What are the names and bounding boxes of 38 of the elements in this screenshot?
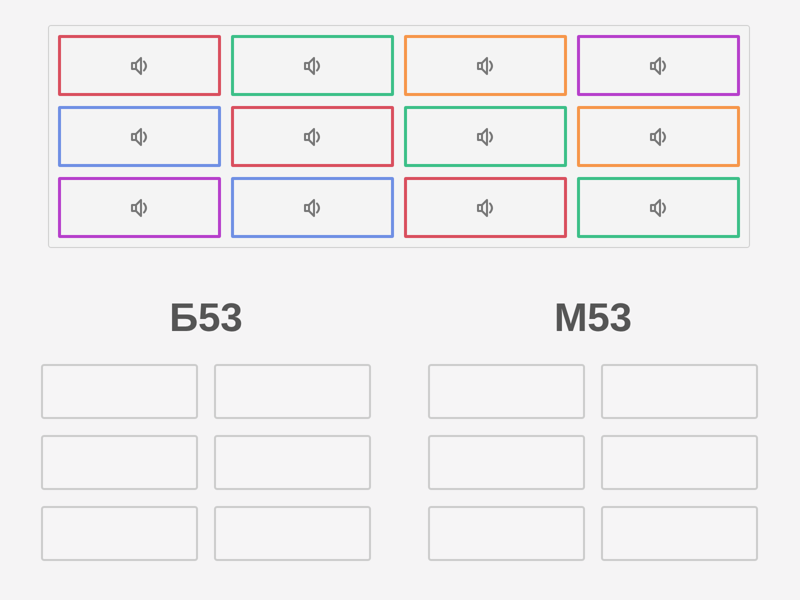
drop-zone[interactable] <box>601 364 758 419</box>
audio-card[interactable] <box>577 177 740 238</box>
audio-card[interactable] <box>577 106 740 167</box>
speaker-icon <box>650 198 667 216</box>
speaker-icon <box>131 198 148 216</box>
group-heading: Б53 <box>169 295 243 341</box>
drop-zone[interactable] <box>41 435 198 490</box>
audio-card[interactable] <box>58 35 221 96</box>
drop-zone[interactable] <box>601 506 758 561</box>
audio-card[interactable] <box>231 106 394 167</box>
audio-card[interactable] <box>231 35 394 96</box>
speaker-icon <box>477 56 494 74</box>
audio-card[interactable] <box>404 177 567 238</box>
drop-zone[interactable] <box>41 364 198 419</box>
drop-zone[interactable] <box>214 506 371 561</box>
speaker-icon <box>304 128 321 146</box>
speaker-icon <box>650 128 667 146</box>
drop-zone[interactable] <box>428 435 585 490</box>
audio-card[interactable] <box>404 35 567 96</box>
drop-zone[interactable] <box>428 364 585 419</box>
speaker-icon <box>650 56 667 74</box>
group-heading: М53 <box>554 295 632 341</box>
speaker-icon <box>304 56 321 74</box>
drop-zone[interactable] <box>41 506 198 561</box>
audio-card[interactable] <box>577 35 740 96</box>
audio-card[interactable] <box>404 106 567 167</box>
speaker-icon <box>477 128 494 146</box>
drop-zone[interactable] <box>214 435 371 490</box>
drop-zone[interactable] <box>601 435 758 490</box>
audio-card[interactable] <box>58 177 221 238</box>
speaker-icon <box>304 198 321 216</box>
drop-zone[interactable] <box>428 506 585 561</box>
speaker-icon <box>131 56 148 74</box>
audio-card[interactable] <box>231 177 394 238</box>
drop-zone[interactable] <box>214 364 371 419</box>
speaker-icon <box>477 198 494 216</box>
speaker-icon <box>131 128 148 146</box>
audio-card[interactable] <box>58 106 221 167</box>
